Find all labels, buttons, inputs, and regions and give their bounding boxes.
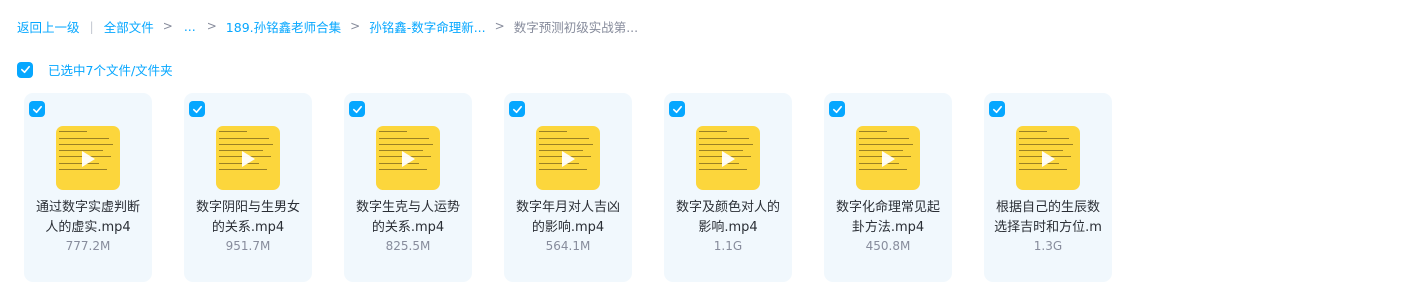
select-all-checkbox[interactable] xyxy=(17,61,33,78)
selection-count-label: 已选中7个文件/文件夹 xyxy=(48,63,173,78)
file-size: 1.3G xyxy=(1033,239,1063,253)
check-icon xyxy=(32,105,42,113)
breadcrumb-divider: | xyxy=(89,18,94,34)
video-thumbnail[interactable] xyxy=(216,126,280,190)
video-thumbnail[interactable] xyxy=(536,126,600,190)
file-size: 450.8M xyxy=(865,239,911,253)
file-size: 564.1M xyxy=(545,239,591,253)
selection-bar: 已选中7个文件/文件夹 xyxy=(17,60,173,79)
play-icon xyxy=(402,151,415,167)
file-size: 825.5M xyxy=(385,239,431,253)
check-icon xyxy=(672,105,682,113)
file-card[interactable]: 通过数字实虚判断人的虚实.mp4 777.2M xyxy=(24,93,152,282)
video-thumbnail[interactable] xyxy=(56,126,120,190)
breadcrumb: 返回上一级 | 全部文件 > ... > 189.孙铭鑫老师合集 > 孙铭鑫-数… xyxy=(17,16,638,36)
file-checkbox[interactable] xyxy=(349,101,365,117)
check-icon xyxy=(992,105,1002,113)
breadcrumb-ellipsis[interactable]: ... xyxy=(184,19,196,34)
breadcrumb-folder-2[interactable]: 孙铭鑫-数字命理新... xyxy=(369,17,485,36)
file-checkbox[interactable] xyxy=(989,101,1005,117)
file-card[interactable]: 数字年月对人吉凶的影响.mp4 564.1M xyxy=(504,93,632,282)
chevron-right-icon: > xyxy=(206,19,217,33)
file-card[interactable]: 数字化命理常见起卦方法.mp4 450.8M xyxy=(824,93,952,282)
breadcrumb-folder-1[interactable]: 189.孙铭鑫老师合集 xyxy=(226,17,341,36)
file-checkbox[interactable] xyxy=(509,101,525,117)
file-size: 777.2M xyxy=(65,239,111,253)
chevron-right-icon: > xyxy=(350,19,361,33)
file-name[interactable]: 通过数字实虚判断人的虚实.mp4 xyxy=(30,198,146,238)
file-name[interactable]: 数字阴阳与生男女的关系.mp4 xyxy=(190,198,306,238)
file-name[interactable]: 根据自己的生辰数选择吉时和方位.m xyxy=(990,198,1106,238)
file-size: 1.1G xyxy=(713,239,743,253)
play-icon xyxy=(562,151,575,167)
file-checkbox[interactable] xyxy=(669,101,685,117)
file-checkbox[interactable] xyxy=(829,101,845,117)
file-name[interactable]: 数字化命理常见起卦方法.mp4 xyxy=(830,198,946,238)
file-card[interactable]: 根据自己的生辰数选择吉时和方位.m 1.3G xyxy=(984,93,1112,282)
breadcrumb-all-files[interactable]: 全部文件 xyxy=(104,17,154,36)
play-icon xyxy=(82,151,95,167)
file-size: 951.7M xyxy=(225,239,271,253)
check-icon xyxy=(832,105,842,113)
back-link[interactable]: 返回上一级 xyxy=(17,17,80,36)
file-name[interactable]: 数字生克与人运势的关系.mp4 xyxy=(350,198,466,238)
file-name[interactable]: 数字年月对人吉凶的影响.mp4 xyxy=(510,198,626,238)
play-icon xyxy=(242,151,255,167)
video-thumbnail[interactable] xyxy=(1016,126,1080,190)
file-name[interactable]: 数字及颜色对人的影响.mp4 xyxy=(670,198,786,238)
file-card[interactable]: 数字及颜色对人的影响.mp4 1.1G xyxy=(664,93,792,282)
file-grid: 通过数字实虚判断人的虚实.mp4 777.2M 数字阴阳与生男女的关系.mp4 … xyxy=(24,93,1144,282)
play-icon xyxy=(1042,151,1055,167)
video-thumbnail[interactable] xyxy=(856,126,920,190)
check-icon xyxy=(512,105,522,113)
video-thumbnail[interactable] xyxy=(376,126,440,190)
play-icon xyxy=(722,151,735,167)
check-icon xyxy=(20,65,30,74)
play-icon xyxy=(882,151,895,167)
file-card[interactable]: 数字阴阳与生男女的关系.mp4 951.7M xyxy=(184,93,312,282)
file-card[interactable]: 数字生克与人运势的关系.mp4 825.5M xyxy=(344,93,472,282)
file-checkbox[interactable] xyxy=(29,101,45,117)
file-checkbox[interactable] xyxy=(189,101,205,117)
chevron-right-icon: > xyxy=(162,19,173,33)
check-icon xyxy=(352,105,362,113)
video-thumbnail[interactable] xyxy=(696,126,760,190)
chevron-right-icon: > xyxy=(494,19,505,33)
breadcrumb-current: 数字预测初级实战第... xyxy=(513,19,639,35)
check-icon xyxy=(192,105,202,113)
